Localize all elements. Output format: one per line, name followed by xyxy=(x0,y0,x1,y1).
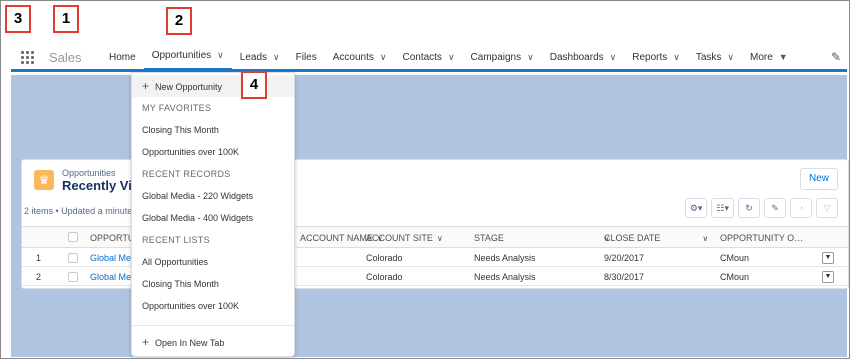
chevron-down-icon[interactable]: ∨ xyxy=(273,52,280,63)
refresh-icon[interactable]: ↻ xyxy=(738,198,760,218)
nav-item-label: Contacts xyxy=(402,51,442,63)
menu-divider xyxy=(132,325,294,326)
chevron-down-icon[interactable]: ∨ xyxy=(673,52,680,63)
chevron-down-icon[interactable]: ∨ xyxy=(527,52,534,63)
nav-item-campaigns[interactable]: Campaigns ∨ xyxy=(463,44,542,71)
nav-item-dashboards[interactable]: Dashboards ∨ xyxy=(542,44,625,71)
nav-item-files[interactable]: Files xyxy=(288,44,325,71)
list-toolbar: ⚙▾ ☷▾ ↻ ✎ ◔ ▽ xyxy=(684,198,838,218)
row-number: 2 xyxy=(36,272,42,282)
object-label: Opportunities xyxy=(62,168,116,178)
col-header-account-site[interactable]: ACCOUNT SITE ∨ xyxy=(366,227,443,249)
select-all-checkbox[interactable] xyxy=(68,232,78,242)
nav-item-label: Campaigns xyxy=(470,51,522,63)
app-launcher-icon xyxy=(20,50,34,64)
new-button[interactable]: New xyxy=(800,168,838,190)
nav-item-label: Reports xyxy=(632,51,668,63)
plus-icon: + xyxy=(142,79,150,93)
callout-4: 4 xyxy=(241,71,267,99)
nav-item-label: Files xyxy=(295,51,317,63)
callout-3: 3 xyxy=(5,5,31,33)
nav-item-label: Opportunities xyxy=(151,50,212,61)
nav-item-reports[interactable]: Reports ∨ xyxy=(624,44,688,71)
row-action-menu-icon[interactable]: ▼ xyxy=(822,271,834,283)
section-recent-lists: RECENT LISTS xyxy=(142,235,210,245)
stage-cell: Needs Analysis xyxy=(474,272,536,282)
filter-icon[interactable]: ▽ xyxy=(816,198,838,218)
nav-item-more[interactable]: More ▼ xyxy=(742,44,796,71)
nav-item-label: Leads xyxy=(239,51,268,63)
recent-list-item[interactable]: Closing This Month xyxy=(132,273,294,295)
owner-cell[interactable]: CMoun xyxy=(720,268,749,286)
app-name: Sales xyxy=(49,49,82,65)
recent-list-item[interactable]: All Opportunities xyxy=(132,251,294,273)
charts-icon[interactable]: ◔ xyxy=(790,198,812,218)
chevron-down-icon[interactable]: ∨ xyxy=(610,52,617,63)
account-site-cell: Colorado xyxy=(366,253,403,263)
nav-item-label: Dashboards xyxy=(549,51,604,63)
favorite-item-closing-this-month[interactable]: Closing This Month xyxy=(132,119,294,141)
opportunity-crown-icon: ♛ xyxy=(34,170,54,190)
section-recent-records: RECENT RECORDS xyxy=(142,169,231,179)
recent-record-item[interactable]: Global Media - 220 Widgets xyxy=(132,185,294,207)
nav-item-label: Tasks xyxy=(695,51,722,63)
nav-item-label: Accounts xyxy=(332,51,374,63)
account-site-cell: Colorado xyxy=(366,272,403,282)
caret-down-icon: ▼ xyxy=(778,52,788,62)
col-header-close-date[interactable]: CLOSE DATE ∨ xyxy=(604,227,708,249)
display-as-table-icon[interactable]: ☷▾ xyxy=(711,198,734,218)
recent-record-item[interactable]: Global Media - 400 Widgets xyxy=(132,207,294,229)
callout-2: 2 xyxy=(166,7,192,35)
row-checkbox[interactable] xyxy=(68,253,78,263)
owner-cell[interactable]: CMoun xyxy=(720,249,749,267)
recent-list-item[interactable]: Opportunities over 100K xyxy=(132,295,294,317)
edit-nav-pencil-icon[interactable]: ✎ xyxy=(831,50,841,64)
nav-item-label: Home xyxy=(109,51,136,63)
screenshot-frame: Sales Home Opportunities ∨ Leads ∨ Files A… xyxy=(0,0,850,359)
section-my-favorites: MY FAVORITES xyxy=(142,103,212,113)
row-checkbox[interactable] xyxy=(68,272,78,282)
col-header-opportunity-owner[interactable]: OPPORTUNITY OWNER xyxy=(720,227,810,249)
new-opportunity-menu-item[interactable]: + New Opportunity xyxy=(132,75,294,97)
row-action-menu-icon[interactable]: ▼ xyxy=(822,252,834,264)
row-number: 1 xyxy=(36,253,42,263)
top-nav-bar: Sales Home Opportunities ∨ Leads ∨ Files A… xyxy=(11,45,847,72)
nav-item-accounts[interactable]: Accounts ∨ xyxy=(325,44,395,71)
chevron-down-icon[interactable]: ∨ xyxy=(448,52,455,63)
chevron-down-icon[interactable]: ∨ xyxy=(727,52,734,63)
nav-item-home[interactable]: Home xyxy=(101,44,144,71)
nav-item-contacts[interactable]: Contacts ∨ xyxy=(394,44,462,71)
edit-pencil-icon[interactable]: ✎ xyxy=(764,198,786,218)
close-date-cell: 8/30/2017 xyxy=(604,272,645,282)
nav-item-label: More xyxy=(750,51,773,63)
open-in-new-tab-menu-item[interactable]: + Open In New Tab xyxy=(132,331,294,353)
favorite-item-opps-over-100k[interactable]: Opportunities over 100K xyxy=(132,141,294,163)
chevron-down-icon[interactable]: ∨ xyxy=(380,52,387,63)
app-launcher-button[interactable] xyxy=(13,45,41,69)
col-header-stage[interactable]: STAGE ∨ xyxy=(474,227,610,249)
opportunities-dropdown-menu: + New Opportunity MY FAVORITES Closing Th… xyxy=(131,72,295,357)
plus-icon: + xyxy=(142,335,150,349)
callout-1: 1 xyxy=(53,5,79,33)
list-settings-gear-icon[interactable]: ⚙▾ xyxy=(684,198,708,218)
stage-cell: Needs Analysis xyxy=(474,253,536,263)
nav-item-leads[interactable]: Leads ∨ xyxy=(232,44,288,71)
nav-item-opportunities[interactable]: Opportunities ∨ xyxy=(143,44,232,71)
chevron-down-icon[interactable]: ∨ xyxy=(217,50,224,61)
nav-item-tasks[interactable]: Tasks ∨ xyxy=(688,44,742,71)
close-date-cell: 9/20/2017 xyxy=(604,253,645,263)
